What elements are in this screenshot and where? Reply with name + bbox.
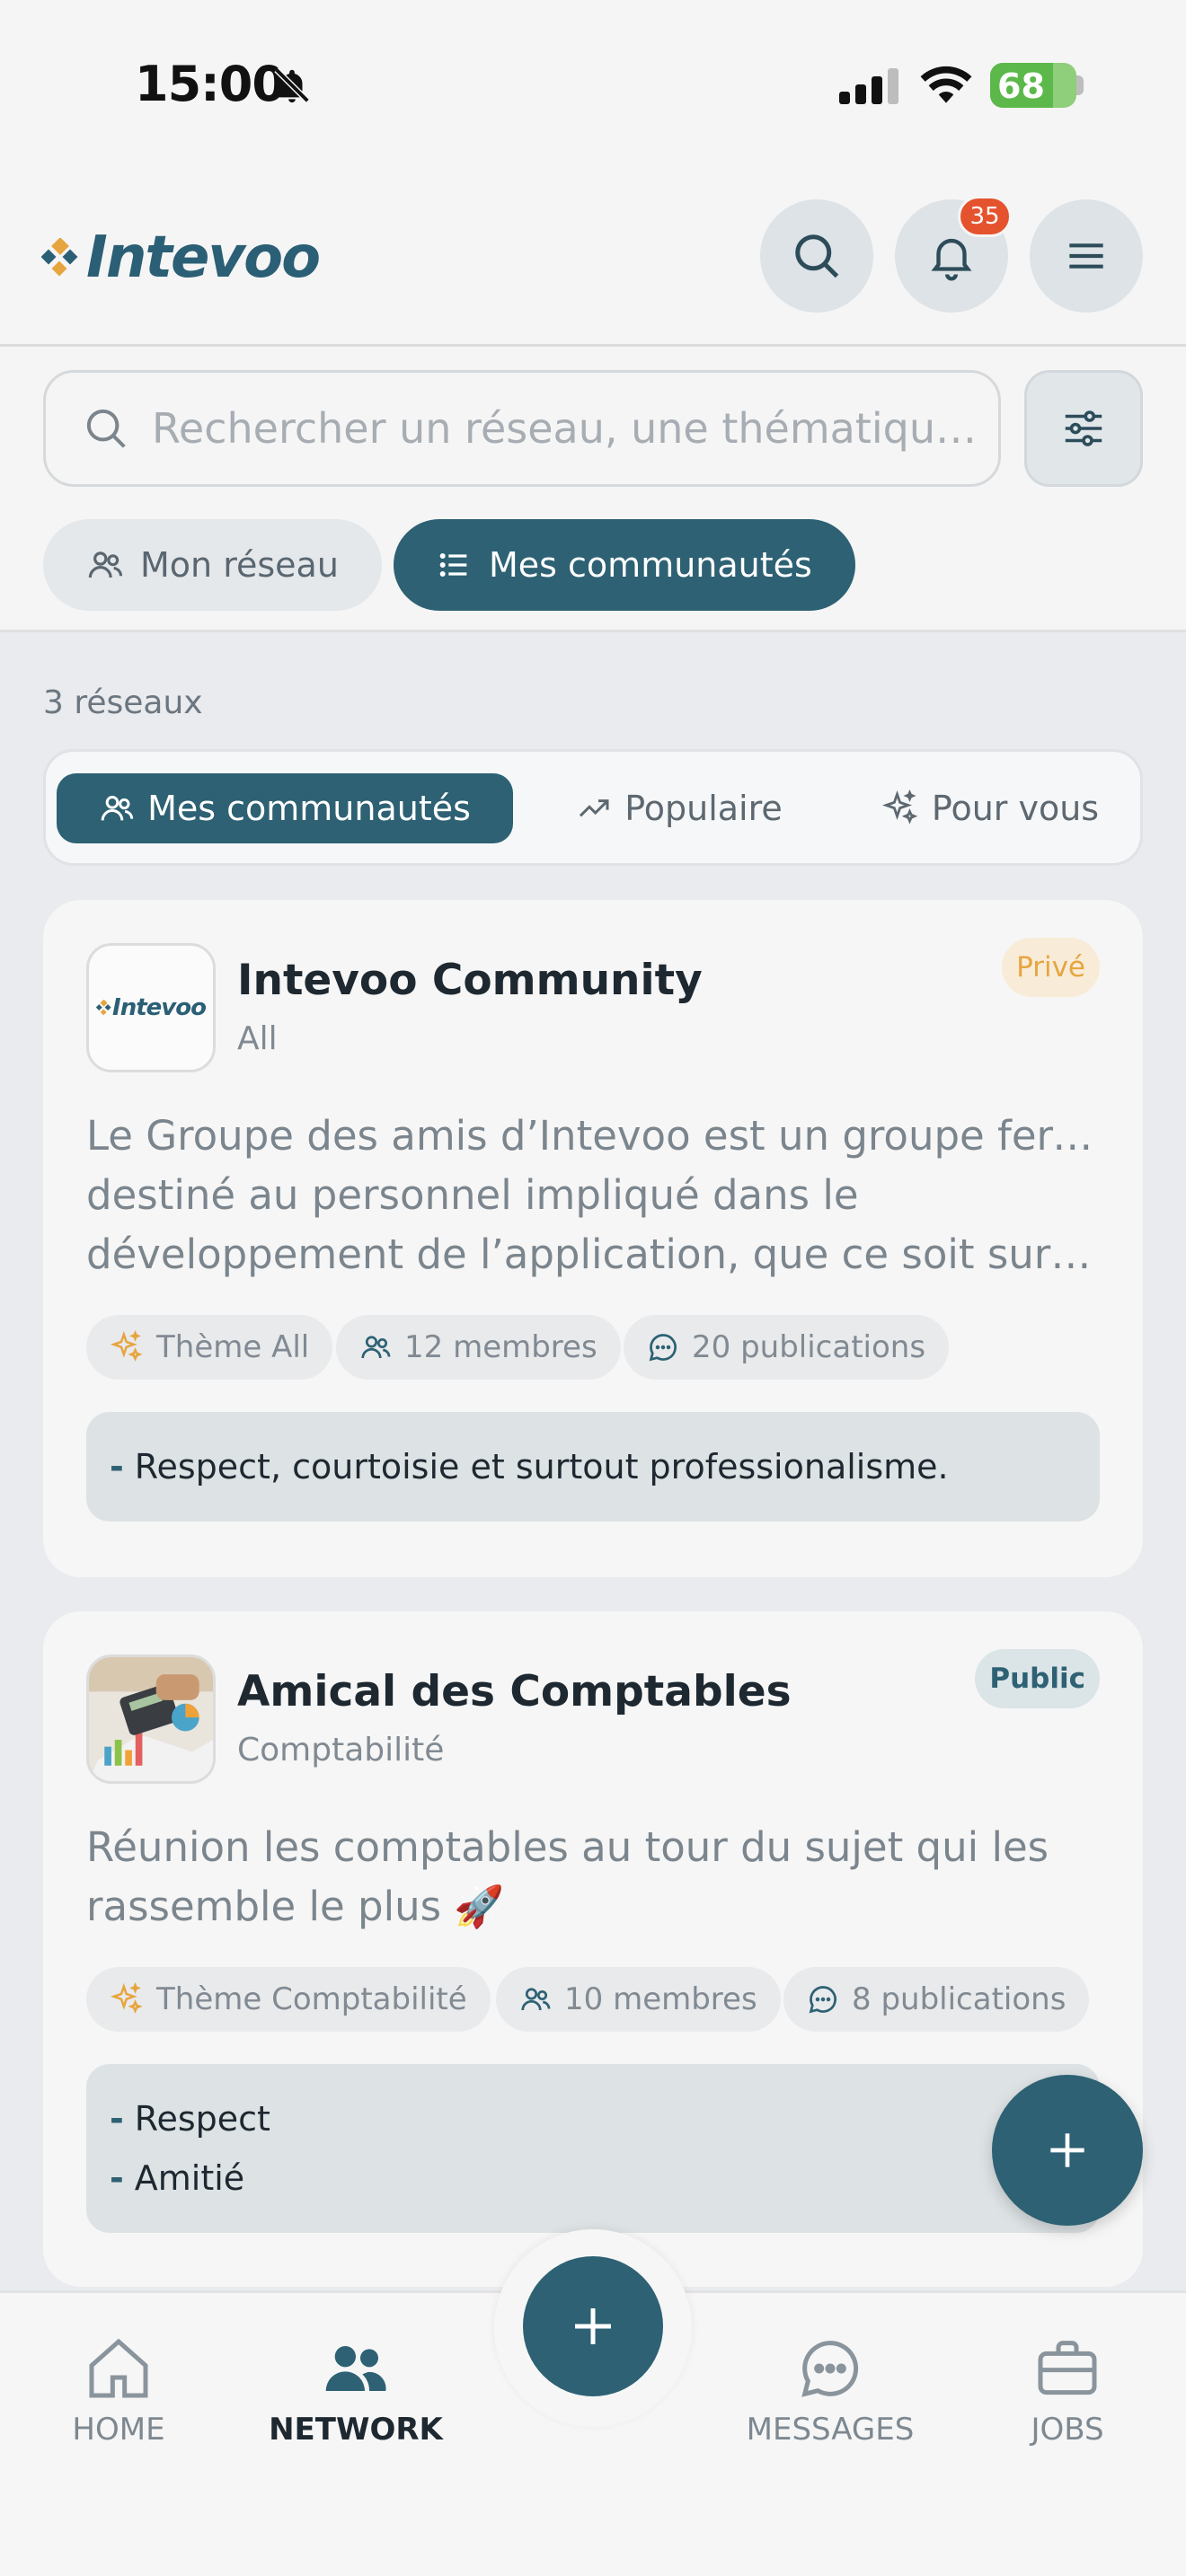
sparkles-icon: [110, 1982, 143, 2014]
segment-label: Populaire: [624, 789, 783, 828]
tab-label: Mes communautés: [489, 545, 812, 585]
list-icon: [439, 552, 467, 578]
card-description: Réunion les comptables au tour du sujet …: [86, 1818, 1102, 1936]
chip-label: Thème Comptabilité: [156, 1981, 467, 2017]
chat-bubble-icon: [809, 1986, 836, 2014]
description-line: destiné au personnel impliqué dans le: [86, 1171, 859, 1219]
card-subtitle: Comptabilité: [237, 1732, 445, 1769]
chip-label: 10 membres: [564, 1981, 757, 2017]
chip-label: 8 publications: [852, 1981, 1067, 2017]
plus-icon: [575, 2308, 611, 2344]
status-bar: 15:00 68: [0, 0, 1186, 171]
chip-label: 12 membres: [404, 1329, 597, 1365]
people-icon: [521, 1988, 551, 2011]
nav-label: HOME: [72, 2412, 165, 2448]
nav-jobs[interactable]: JOBS: [969, 2333, 1166, 2448]
create-post-button[interactable]: [523, 2256, 663, 2396]
nav-messages[interactable]: MESSAGES: [731, 2333, 929, 2448]
chat-bubble-icon: [649, 1334, 677, 1362]
theme-chip: Thème All: [86, 1315, 333, 1380]
description-line: développement de l’application, que ce s…: [86, 1231, 1102, 1278]
avatar-logo-text: Intevoo: [112, 994, 207, 1021]
segment-label: Pour vous: [931, 789, 1100, 828]
plus-icon: [1050, 2133, 1084, 2167]
chip-label: 20 publications: [692, 1329, 926, 1365]
bell-muted-icon: [271, 65, 313, 106]
bell-icon: [931, 238, 972, 281]
segment-populaire[interactable]: Populaire: [531, 773, 828, 843]
rule-item: - Respect: [110, 2099, 270, 2139]
nav-network[interactable]: NETWORK: [257, 2333, 455, 2448]
trending-up-icon: [580, 799, 609, 817]
search-icon: [86, 409, 126, 448]
briefcase-icon: [1038, 2341, 1097, 2395]
segmented-control: Mes communautés Populaire Pour vous: [43, 749, 1143, 866]
tab-label: Mon réseau: [140, 545, 339, 585]
visibility-badge: Public: [975, 1649, 1100, 1708]
community-avatar: Intevoo: [86, 943, 216, 1072]
nav-label: MESSAGES: [746, 2412, 915, 2448]
menu-button[interactable]: [1030, 199, 1143, 313]
people-icon: [325, 2346, 386, 2391]
theme-chip: Thème Comptabilité: [86, 1967, 491, 2032]
network-card[interactable]: Amical des Comptables Comptabilité Publi…: [43, 1611, 1143, 2287]
search-placeholder: Rechercher un réseau, une thématique...: [152, 404, 978, 453]
battery-level: 68: [997, 66, 1045, 106]
app-logo[interactable]: Intevoo: [41, 225, 321, 291]
results-count: 3 réseaux: [43, 684, 203, 721]
search-icon: [795, 234, 839, 278]
card-title: Intevoo Community: [237, 956, 703, 1005]
chat-icon: [801, 2341, 859, 2397]
logo-mark-icon: [96, 1000, 111, 1016]
cellular-signal-icon: [839, 68, 902, 104]
notification-badge: 35: [958, 196, 1012, 237]
community-rules: - Respect - Amitié: [86, 2064, 1100, 2233]
nav-home[interactable]: HOME: [20, 2333, 217, 2448]
search-input[interactable]: Rechercher un réseau, une thématique...: [43, 370, 1001, 487]
home-icon: [89, 2338, 148, 2398]
search-button[interactable]: [760, 199, 873, 313]
accounting-photo-image: [89, 1657, 213, 1781]
people-icon: [361, 1336, 391, 1359]
app-header: Intevoo 35: [0, 171, 1186, 347]
search-section: Rechercher un réseau, une thématique... …: [0, 347, 1186, 632]
card-description: Le Groupe des amis d’Intevoo est un grou…: [86, 1107, 1102, 1284]
sparkles-icon: [881, 790, 918, 825]
network-card[interactable]: Intevoo Intevoo Community All Privé Le G…: [43, 900, 1143, 1577]
posts-chip: 20 publications: [624, 1315, 950, 1380]
visibility-badge: Privé: [1002, 938, 1100, 997]
segment-label: Mes communautés: [147, 789, 471, 828]
tab-mon-reseau[interactable]: Mon réseau: [43, 519, 382, 611]
people-icon: [101, 796, 134, 821]
sliders-icon: [1065, 410, 1102, 446]
chip-label: Thème All: [156, 1329, 310, 1365]
status-time: 15:00: [135, 56, 286, 112]
description-line: Le Groupe des amis d’Intevoo est un grou…: [86, 1112, 1102, 1160]
logo-mark-icon: [41, 238, 78, 277]
description-line: Réunion les comptables au tour du sujet …: [86, 1823, 1049, 1871]
wifi-icon: [918, 63, 974, 106]
sparkles-icon: [110, 1330, 143, 1362]
card-title: Amical des Comptables: [237, 1667, 792, 1716]
battery-indicator: 68: [990, 63, 1076, 108]
posts-chip: 8 publications: [783, 1967, 1090, 2032]
people-icon: [88, 551, 123, 578]
description-line: rassemble le plus 🚀: [86, 1883, 505, 1930]
card-subtitle: All: [237, 1020, 278, 1057]
nav-label: NETWORK: [269, 2412, 443, 2448]
nav-label: JOBS: [1031, 2412, 1104, 2448]
rule-item: - Respect, courtoisie et surtout professi…: [110, 1447, 949, 1486]
members-chip: 12 membres: [336, 1315, 621, 1380]
segment-mes-communautes[interactable]: Mes communautés: [57, 773, 513, 843]
members-chip: 10 membres: [496, 1967, 781, 2032]
hamburger-menu-icon: [1069, 243, 1103, 269]
segment-pour-vous[interactable]: Pour vous: [845, 773, 1135, 843]
community-avatar: [86, 1654, 216, 1784]
filter-button[interactable]: [1024, 370, 1143, 487]
create-community-button[interactable]: [992, 2075, 1143, 2226]
rule-item: - Amitié: [110, 2158, 245, 2198]
logo-text: Intevoo: [86, 225, 321, 291]
community-rules: - Respect, courtoisie et surtout professi…: [86, 1412, 1100, 1522]
tab-mes-communautes[interactable]: Mes communautés: [394, 519, 855, 611]
